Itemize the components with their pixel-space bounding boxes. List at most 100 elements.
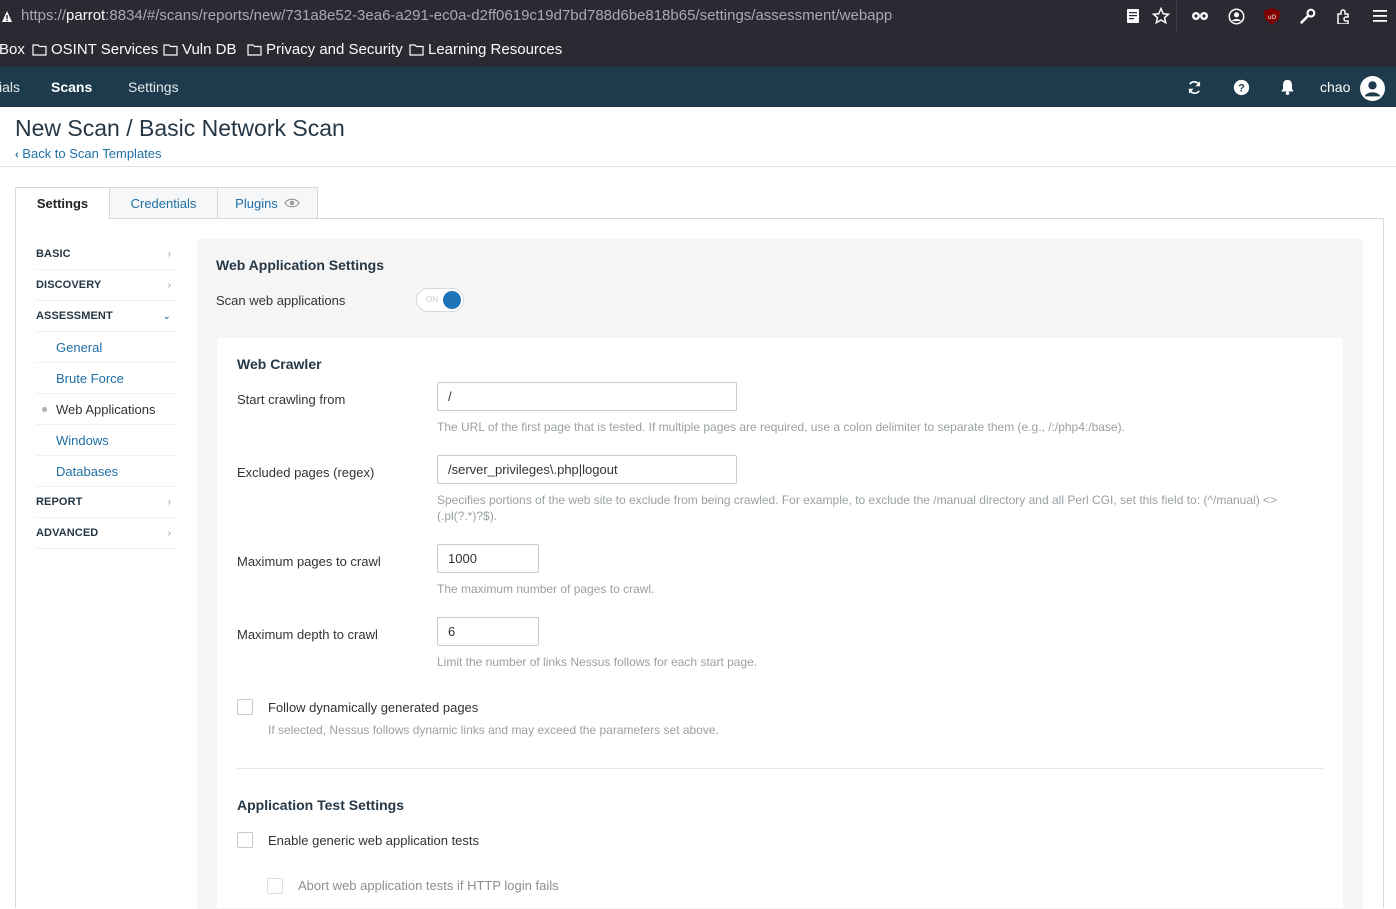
help-icon[interactable]: ? — [1231, 77, 1251, 97]
sidebar-section-assessment[interactable]: ASSESSMENT ⌄ — [36, 301, 175, 332]
tab-label: Settings — [36, 195, 89, 211]
bookmark-star-icon[interactable] — [1143, 0, 1179, 32]
account-icon[interactable] — [1218, 0, 1254, 32]
excluded-pages-label: Excluded pages (regex) — [237, 465, 375, 480]
svg-text:?: ? — [1238, 82, 1245, 94]
url-host: parrot — [66, 7, 106, 24]
tab-credentials[interactable]: Credentials — [109, 187, 218, 219]
folder-icon — [409, 44, 424, 56]
start-crawling-label: Start crawling from — [237, 392, 346, 407]
svg-text:uO: uO — [1268, 14, 1277, 21]
start-crawling-input[interactable]: / — [437, 382, 737, 411]
url-path: :8834/#/scans/reports/new/731a8e52-3ea6-… — [105, 7, 893, 24]
nav-item-partial[interactable]: ials — [0, 79, 20, 95]
sidebar-section-basic[interactable]: BASIC › — [36, 239, 175, 270]
tab-label: Plugins — [235, 195, 278, 211]
sidebar-item-general[interactable]: General — [36, 332, 175, 363]
chevron-down-icon: ⌄ — [162, 310, 171, 322]
url-prefix: https:// — [21, 7, 67, 24]
tab-label: Credentials — [130, 195, 197, 211]
address-field[interactable]: https://parrot:8834/#/scans/reports/new/… — [21, 7, 892, 24]
chevron-left-icon: ‹ — [15, 149, 19, 161]
input-value: / — [448, 389, 452, 404]
follow-dynamic-label: Follow dynamically generated pages — [268, 700, 479, 715]
max-pages-help: The maximum number of pages to crawl. — [437, 582, 655, 596]
sidebar-section-label: ADVANCED — [36, 527, 99, 539]
bookmark-label: Vuln DB — [182, 41, 237, 58]
section-title: Web Application Settings — [216, 257, 385, 273]
abort-on-login-fail-label: Abort web application tests if HTTP logi… — [298, 878, 559, 893]
max-depth-input[interactable]: 6 — [437, 617, 539, 646]
bookmark-privacy-and-security[interactable]: Privacy and Security — [247, 41, 403, 58]
sidebar-item-brute-force[interactable]: Brute Force — [36, 363, 175, 394]
follow-dynamic-checkbox[interactable] — [237, 699, 253, 715]
eye-icon[interactable] — [284, 198, 300, 208]
bookmark-label: Privacy and Security — [266, 41, 403, 58]
scan-web-label: Scan web applications — [216, 293, 346, 308]
chevron-right-icon: › — [167, 279, 171, 291]
nav-item-settings[interactable]: Settings — [128, 79, 179, 95]
app-nav-bar: ials Scans Settings ? chao — [0, 67, 1396, 107]
back-to-templates-link[interactable]: ‹ Back to Scan Templates — [15, 146, 162, 161]
wrench-icon[interactable] — [1289, 0, 1325, 32]
start-crawling-help: The URL of the first page that is tested… — [437, 420, 1125, 434]
browser-url-bar: https://parrot:8834/#/scans/reports/new/… — [0, 0, 1396, 32]
section-divider — [237, 768, 1323, 769]
sidebar-item-label: Web Applications — [56, 401, 156, 417]
bookmark-partial[interactable]: Box — [0, 41, 25, 58]
sidebar-section-label: REPORT — [36, 496, 83, 508]
max-pages-input[interactable]: 1000 — [437, 544, 539, 573]
user-name[interactable]: chao — [1320, 79, 1350, 95]
refresh-icon[interactable] — [1184, 77, 1204, 97]
bell-icon[interactable] — [1277, 77, 1297, 97]
sidebar-item-databases[interactable]: Databases — [36, 456, 175, 487]
tab-settings[interactable]: Settings — [15, 187, 110, 219]
sidebar-item-label: General — [56, 339, 103, 355]
sidebar-item-label: Brute Force — [56, 370, 124, 386]
sidebar-section-discovery[interactable]: DISCOVERY › — [36, 270, 175, 301]
bookmarks-bar: Box OSINT Services Vuln DB Privacy and S… — [0, 32, 1396, 67]
folder-icon — [163, 44, 178, 56]
menu-icon[interactable] — [1362, 0, 1396, 32]
sidebar-section-label: BASIC — [36, 248, 71, 260]
chevron-right-icon: › — [167, 248, 171, 260]
web-crawler-title: Web Crawler — [237, 356, 322, 372]
bookmark-learning-resources[interactable]: Learning Resources — [409, 41, 562, 58]
bookmark-label: Learning Resources — [428, 41, 563, 58]
scan-web-toggle[interactable]: ON — [416, 288, 464, 312]
abort-on-login-fail-checkbox[interactable] — [267, 878, 283, 894]
sidebar-item-windows[interactable]: Windows — [36, 425, 175, 456]
input-value: 1000 — [448, 551, 477, 566]
sidebar-section-report[interactable]: REPORT › — [36, 487, 175, 518]
mask-icon[interactable] — [1182, 0, 1218, 32]
page-title: New Scan / Basic Network Scan — [15, 115, 345, 141]
sidebar-section-advanced[interactable]: ADVANCED › — [36, 518, 175, 549]
folder-icon — [32, 44, 47, 56]
max-depth-help: Limit the number of links Nessus follows… — [437, 655, 758, 669]
ublock-icon[interactable]: uO — [1254, 0, 1290, 32]
bookmark-label: OSINT Services — [51, 41, 159, 58]
folder-icon — [247, 44, 262, 56]
chevron-right-icon: › — [167, 496, 171, 508]
input-value: 6 — [448, 624, 456, 639]
sidebar-item-web-applications[interactable]: Web Applications — [36, 394, 175, 425]
excluded-pages-input[interactable]: /server_privileges\.php|logout — [437, 455, 737, 484]
nav-item-scans[interactable]: Scans — [51, 79, 92, 95]
active-dot-icon — [42, 407, 47, 412]
follow-dynamic-help: If selected, Nessus follows dynamic link… — [268, 723, 719, 737]
user-avatar-icon[interactable] — [1359, 75, 1385, 101]
extensions-icon[interactable] — [1326, 0, 1362, 32]
bookmark-label: Box — [0, 41, 25, 58]
sidebar-section-label: ASSESSMENT — [36, 310, 113, 322]
toggle-knob — [443, 291, 461, 309]
sidebar-item-label: Databases — [56, 463, 119, 479]
enable-generic-tests-checkbox[interactable] — [237, 832, 253, 848]
app-test-title: Application Test Settings — [237, 797, 404, 813]
bookmark-osint-services[interactable]: OSINT Services — [32, 41, 158, 58]
max-pages-label: Maximum pages to crawl — [237, 554, 381, 569]
tab-plugins[interactable]: Plugins — [217, 187, 318, 219]
insecure-warning-icon — [2, 11, 12, 22]
sidebar-section-label: DISCOVERY — [36, 279, 102, 291]
bookmark-vuln-db[interactable]: Vuln DB — [163, 41, 236, 58]
enable-generic-tests-label: Enable generic web application tests — [268, 833, 480, 848]
